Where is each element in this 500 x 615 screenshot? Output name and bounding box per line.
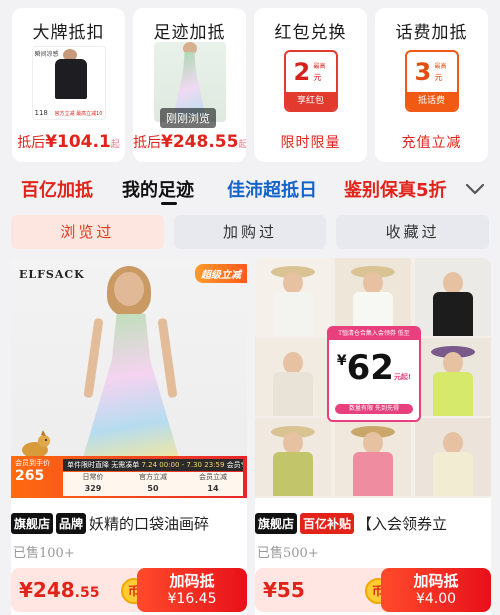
price-breakdown-table: 日常价 329 官方立减 50 会员立减 14	[63, 472, 243, 496]
footer-label: 抵后	[17, 135, 46, 151]
tab-billion-deduction[interactable]: 百亿加抵	[21, 176, 93, 202]
button-label: 加码抵	[413, 572, 459, 590]
flagship-store-tag: 旗舰店	[255, 512, 298, 534]
member-price-block: 会员到手价 265	[15, 458, 57, 496]
coupon-value: 3	[414, 58, 432, 86]
button-label: 加码抵	[169, 572, 215, 590]
image-discount-tag: 官方立减 最高立减10%	[54, 111, 103, 117]
product-title-row[interactable]: 旗舰店 百亿补贴 【入会领券立	[255, 512, 491, 534]
sold-count: 已售500+	[257, 546, 319, 561]
footer-suffix: 起	[238, 140, 246, 150]
category-tabs: 百亿加抵 我的足迹 佳沛超抵日 鉴别保真5折	[0, 176, 500, 205]
add-deduction-button[interactable]: 加码抵 ¥16.45	[137, 568, 247, 612]
promo-card-footer: 充值立减	[401, 135, 462, 151]
phone-bill-coupon: 3 最高 元 抵话费	[404, 50, 459, 112]
promo-box-footer: 数量有限 先到先得	[335, 404, 413, 414]
product-image[interactable]: ELFSACK 超级立减 会员到手价 265 单件限时直降 无需凑单 7.24 …	[11, 258, 247, 498]
promo-card-title: 话费加抵	[395, 23, 468, 43]
product-title: 【入会领券立	[357, 514, 448, 533]
image-price-tag: 118	[34, 109, 48, 117]
product-title-row[interactable]: 旗舰店 品牌 妖精的口袋油画碎	[11, 512, 247, 534]
product-card[interactable]: ELFSACK 超级立减 会员到手价 265 单件限时直降 无需凑单 7.24 …	[11, 258, 247, 615]
promo-card-phone-bill[interactable]: 话费加抵 3 最高 元 抵话费 充值立减	[375, 8, 488, 162]
image-caption: 瞬间凉感	[34, 51, 59, 58]
button-amount: ¥4.00	[415, 591, 457, 607]
footer-suffix: 起	[110, 140, 120, 150]
banner-headline: 单件限时直降 无需凑单 7.24 00:00 - 7.30 23:59 会员专享…	[63, 459, 243, 471]
brand-tag: 品牌	[56, 512, 87, 534]
footer-price: ¥248.55	[161, 132, 239, 152]
flagship-store-tag: 旗舰店	[11, 512, 54, 534]
product-price: ¥248.55	[19, 578, 100, 602]
banner-tag: 会员专享折上折	[226, 461, 243, 469]
recently-viewed-badge: 刚刚浏览	[160, 108, 216, 128]
promo-card-footprint-deduction[interactable]: 足迹加抵 刚刚浏览 抵后¥248.55起	[133, 8, 246, 162]
promo-box-header: T恤清仓合集入会领券 低至	[329, 328, 419, 340]
coupon-value: 2	[293, 58, 311, 86]
tab-zespri-day[interactable]: 佳沛超抵日	[227, 176, 317, 202]
active-tab-indicator	[161, 202, 177, 205]
product-image[interactable]: T恤清仓合集入会领券 低至 ¥62元起! 数量有限 先到先得	[255, 258, 491, 498]
subsidy-tag: 百亿补贴	[300, 512, 355, 534]
promo-card-redpacket-exchange[interactable]: 红包兑换 2 最高 元 享红包 限时限量	[254, 8, 367, 162]
filter-favorited[interactable]: 收藏过	[336, 215, 490, 249]
brand-logo: ELFSACK	[19, 268, 85, 281]
redpacket-coupon: 2 最高 元 享红包	[283, 50, 338, 112]
coupon-unit: 元	[434, 73, 443, 82]
tab-authentic-half-price[interactable]: 鉴别保真5折	[344, 176, 447, 202]
promo-card-footer: 抵后¥248.55起	[133, 132, 246, 152]
breakdown-cell: 会员立减 14	[199, 473, 227, 493]
promo-card-footer: 限时限量	[280, 135, 341, 151]
filter-added-to-cart[interactable]: 加购过	[173, 215, 327, 249]
promo-card-title: 足迹加抵	[153, 23, 226, 43]
breakdown-cell: 官方立减 50	[139, 473, 167, 493]
product-price: ¥55	[263, 578, 305, 602]
promo-card-title: 红包兑换	[274, 23, 347, 43]
promo-card-title: 大牌抵扣	[32, 23, 105, 43]
promo-box-price: ¥62元起!	[336, 348, 412, 388]
product-card[interactable]: T恤清仓合集入会领券 低至 ¥62元起! 数量有限 先到先得 旗舰店 百亿补贴 …	[255, 258, 491, 615]
promo-card-brand-deduction[interactable]: 大牌抵扣 瞬间凉感 118 官方立减 最高立减10% 抵后¥104.1起	[12, 8, 125, 162]
member-price-label: 会员到手价	[15, 459, 50, 467]
coupon-footer: 享红包	[285, 92, 336, 110]
tab-my-footprint[interactable]: 我的足迹	[122, 176, 194, 202]
promo-price-box: T恤清仓合集入会领券 低至 ¥62元起! 数量有限 先到先得	[327, 326, 421, 422]
coupon-unit-top: 最高	[313, 63, 326, 70]
footer-price: ¥104.1	[45, 132, 111, 152]
button-amount: ¥16.45	[167, 591, 217, 607]
price-bar: ¥248.55 币 加码抵 ¥16.45	[11, 568, 247, 612]
price-bar: ¥55 币 加码抵 ¥4.00	[255, 568, 491, 612]
banner-time: 7.24 00:00 - 7.30 23:59	[141, 461, 225, 469]
member-price-banner: 会员到手价 265 单件限时直降 无需凑单 7.24 00:00 - 7.30 …	[11, 456, 247, 498]
breakdown-cell: 日常价 329	[82, 473, 104, 493]
promo-product-image: 瞬间凉感 118 官方立减 最高立减10%	[31, 46, 106, 120]
filter-browsed[interactable]: 浏览过	[11, 215, 164, 249]
coupon-unit: 元	[313, 73, 322, 82]
footer-label: 抵后	[133, 135, 161, 151]
sold-count: 已售100+	[13, 546, 75, 561]
coupon-footer: 抵话费	[406, 92, 457, 110]
product-title: 妖精的口袋油画碎	[89, 514, 210, 533]
chevron-down-icon[interactable]	[464, 178, 486, 200]
super-discount-badge: 超级立减	[195, 264, 247, 283]
member-price-value: 265	[15, 468, 45, 484]
add-deduction-button[interactable]: 加码抵 ¥4.00	[381, 568, 491, 612]
coupon-unit-top: 最高	[434, 63, 447, 70]
promo-card-footer: 抵后¥104.1起	[12, 132, 125, 152]
footprint-filter-group: 浏览过 加购过 收藏过	[11, 215, 490, 249]
promo-card-row: 大牌抵扣 瞬间凉感 118 官方立减 最高立减10% 抵后¥104.1起 足迹加…	[12, 8, 488, 162]
